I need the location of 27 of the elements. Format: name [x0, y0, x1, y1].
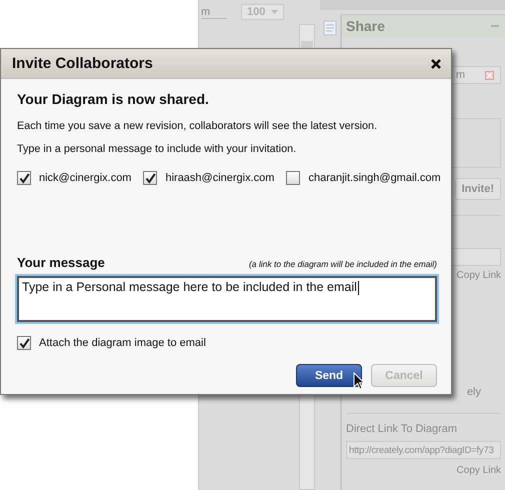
checkbox[interactable]	[17, 336, 31, 350]
invite-button[interactable]: Invite!	[454, 178, 501, 200]
dialog-heading: Your Diagram is now shared.	[17, 91, 210, 107]
checkbox[interactable]	[143, 171, 158, 185]
visibility-note: ely	[466, 386, 481, 398]
recipient-email: nick@cinergix.com	[39, 172, 132, 184]
message-label: Your message	[17, 255, 105, 270]
copy-link[interactable]: Copy Link	[456, 465, 501, 476]
recipient-email: charanjit.singh@gmail.com	[308, 172, 441, 184]
zoom-label: m	[201, 6, 227, 18]
close-icon[interactable]	[431, 58, 441, 68]
info-text: Type in a personal message to include with your invitation.	[17, 143, 298, 155]
copy-link[interactable]: Copy Link	[456, 270, 501, 281]
direct-link-field[interactable]: http://creately.com/app?diagID=fy73	[346, 441, 501, 459]
info-text: Each time you save a new revision, collaborators will see the latest version.	[17, 120, 378, 132]
caret-icon	[271, 10, 278, 14]
message-field[interactable]: Type in a Personal message here to be included in the email	[17, 276, 437, 322]
checkbox[interactable]	[17, 171, 31, 185]
send-button[interactable]: Send	[296, 364, 362, 387]
direct-link-label: Direct Link To Diagram	[346, 423, 458, 435]
attach-label: Attach the diagram image to email	[39, 337, 206, 349]
dialog-title: Invite Collaborators	[12, 55, 153, 72]
message-note: (a link to the diagram will be included in the email)	[248, 259, 437, 269]
pointer-icon	[353, 372, 365, 390]
recipient-email: hiraash@cinergix.com	[165, 172, 274, 184]
panel-title: Share	[346, 18, 385, 34]
checkbox[interactable]	[286, 171, 300, 185]
